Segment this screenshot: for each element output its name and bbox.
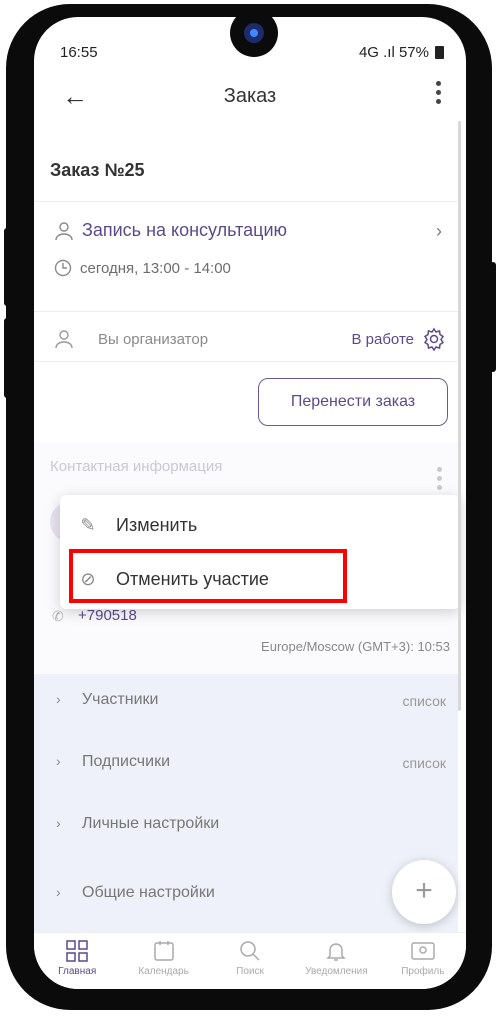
nav-label: Профиль <box>401 966 445 977</box>
timezone-text: Europe/Moscow (GMT+3): 10:53 <box>261 639 450 654</box>
search-icon <box>240 941 260 961</box>
nav-notifications[interactable]: Уведомления <box>293 933 379 989</box>
volume-button <box>4 228 10 306</box>
section-value: список <box>402 755 446 771</box>
section-label: Личные настройки <box>82 815 220 832</box>
contact-phone[interactable]: +790518 <box>78 607 137 624</box>
status-indicators: 4G .ıl 57% <box>358 44 429 61</box>
home-grid-icon <box>66 940 88 962</box>
section-label: Участники <box>82 691 159 708</box>
contact-title: Контактная информация <box>50 458 223 475</box>
order-status[interactable]: В работе <box>351 327 446 351</box>
organizer-text: Вы организатор <box>98 330 209 348</box>
bottom-nav: Главная Календарь Поиск Уведомления Проф… <box>34 932 466 989</box>
pencil-icon: ✎ <box>80 514 96 535</box>
section-subscribers[interactable]: › Подписчики список <box>34 743 458 783</box>
reschedule-button[interactable]: Перенести заказ <box>258 378 448 426</box>
divider <box>34 361 458 362</box>
status-right: 4G .ıl 57% <box>359 44 444 61</box>
camera-icon <box>244 23 264 43</box>
phone-icon: ✆ <box>52 608 64 624</box>
scrollbar[interactable] <box>458 121 461 711</box>
nav-home[interactable]: Главная <box>34 933 120 989</box>
section-personal-settings[interactable]: › Личные настройки <box>34 805 458 845</box>
section-value: список <box>402 693 446 709</box>
status-time: 16:55 <box>60 44 98 61</box>
service-name: Запись на консультацию <box>82 220 288 240</box>
nav-profile[interactable]: Профиль <box>380 933 466 989</box>
add-button[interactable]: + <box>392 860 456 924</box>
menu-item-edit[interactable]: ✎ Изменить <box>60 503 460 547</box>
section-label: Подписчики <box>82 753 171 770</box>
bell-icon <box>326 943 347 961</box>
chevron-right-icon[interactable]: › <box>436 221 442 242</box>
organizer-row: Вы организатор <box>54 329 208 349</box>
nav-label: Календарь <box>138 966 189 977</box>
menu-item-label: Изменить <box>116 514 198 535</box>
nav-calendar[interactable]: Календарь <box>120 933 206 989</box>
gear-icon <box>423 327 445 351</box>
side-button-right <box>490 262 496 372</box>
battery-icon <box>435 46 444 59</box>
divider <box>34 311 458 312</box>
clock-icon <box>54 259 72 277</box>
chevron-right-icon: › <box>56 815 61 831</box>
app-bar: ← Заказ <box>34 75 466 121</box>
chevron-right-icon: › <box>56 691 61 707</box>
power-button <box>4 318 10 398</box>
order-title: Заказ №25 <box>50 160 145 180</box>
calendar-icon <box>153 941 174 961</box>
screen: 16:55 4G .ıl 57% ← Заказ Заказ №25 Запис… <box>34 17 466 989</box>
person-icon <box>55 221 73 240</box>
nav-search[interactable]: Поиск <box>207 933 293 989</box>
person-icon <box>55 330 73 349</box>
section-label: Общие настройки <box>82 884 215 901</box>
chevron-right-icon: › <box>56 884 61 900</box>
order-time: сегодня, 13:00 - 14:00 <box>54 259 231 277</box>
nav-label: Главная <box>58 966 97 977</box>
status-text: В работе <box>351 330 414 348</box>
nav-label: Поиск <box>236 966 264 977</box>
contact-more-icon[interactable] <box>437 467 442 494</box>
profile-icon <box>411 942 435 960</box>
highlight-box <box>69 549 347 603</box>
nav-label: Уведомления <box>305 966 368 977</box>
page-title: Заказ <box>223 85 277 107</box>
order-time-text: сегодня, 13:00 - 14:00 <box>80 259 231 277</box>
service-link[interactable]: Запись на консультацию <box>54 220 287 241</box>
more-vert-icon[interactable] <box>436 81 444 108</box>
section-participants[interactable]: › Участники список <box>34 681 458 721</box>
divider <box>34 201 458 202</box>
chevron-right-icon: › <box>56 753 61 769</box>
